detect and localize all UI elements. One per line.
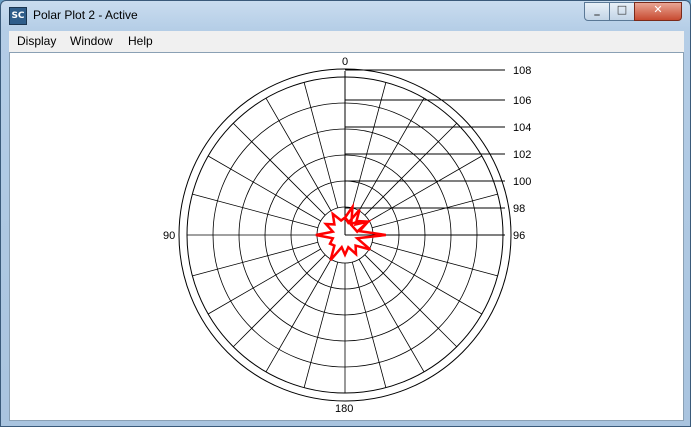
grid-spoke (232, 254, 326, 348)
minimize-button[interactable]: _ (584, 2, 610, 21)
radial-label-106: 106 (513, 95, 531, 107)
radial-label-102: 102 (513, 149, 531, 161)
radial-label-100: 100 (513, 176, 531, 188)
radial-label-98: 98 (513, 203, 525, 215)
angle-label-0: 0 (342, 56, 348, 68)
window-title: Polar Plot 2 - Active (33, 8, 138, 22)
app-window: SC Polar Plot 2 - Active _ □ ✕ Display W… (0, 0, 691, 427)
close-icon: ✕ (653, 3, 663, 16)
grid-spoke (371, 241, 498, 277)
menu-help[interactable]: Help (128, 34, 153, 48)
maximize-button[interactable]: □ (609, 2, 635, 21)
grid-spoke (351, 82, 387, 209)
title-bar[interactable]: SC Polar Plot 2 - Active _ □ ✕ (1, 1, 690, 31)
polar-chart: 108 106 104 102 100 98 96 0 90 180 (163, 56, 531, 415)
menu-display[interactable]: Display (17, 34, 56, 48)
plot-area: 108 106 104 102 100 98 96 0 90 180 (9, 52, 684, 421)
grid-spoke (364, 122, 458, 216)
radial-label-108: 108 (513, 65, 531, 77)
angle-label-180: 180 (335, 403, 353, 415)
menu-window[interactable]: Window (70, 34, 113, 48)
app-icon[interactable]: SC (9, 7, 27, 25)
minimize-icon: _ (594, 3, 600, 16)
grid-spoke (192, 241, 319, 277)
grid-spoke (351, 261, 387, 388)
grid-spoke (232, 122, 326, 216)
grid-spoke (371, 193, 498, 229)
grid-spoke (303, 82, 339, 209)
radial-label-104: 104 (513, 122, 531, 134)
maximize-icon: □ (616, 3, 628, 16)
grid-spoke (192, 193, 319, 229)
grid-spoke (364, 254, 458, 348)
grid-spoke (303, 261, 339, 388)
radial-label-96: 96 (513, 230, 525, 242)
angle-label-90: 90 (163, 230, 175, 242)
menu-bar: Display Window Help (9, 31, 684, 52)
close-button[interactable]: ✕ (634, 2, 682, 21)
